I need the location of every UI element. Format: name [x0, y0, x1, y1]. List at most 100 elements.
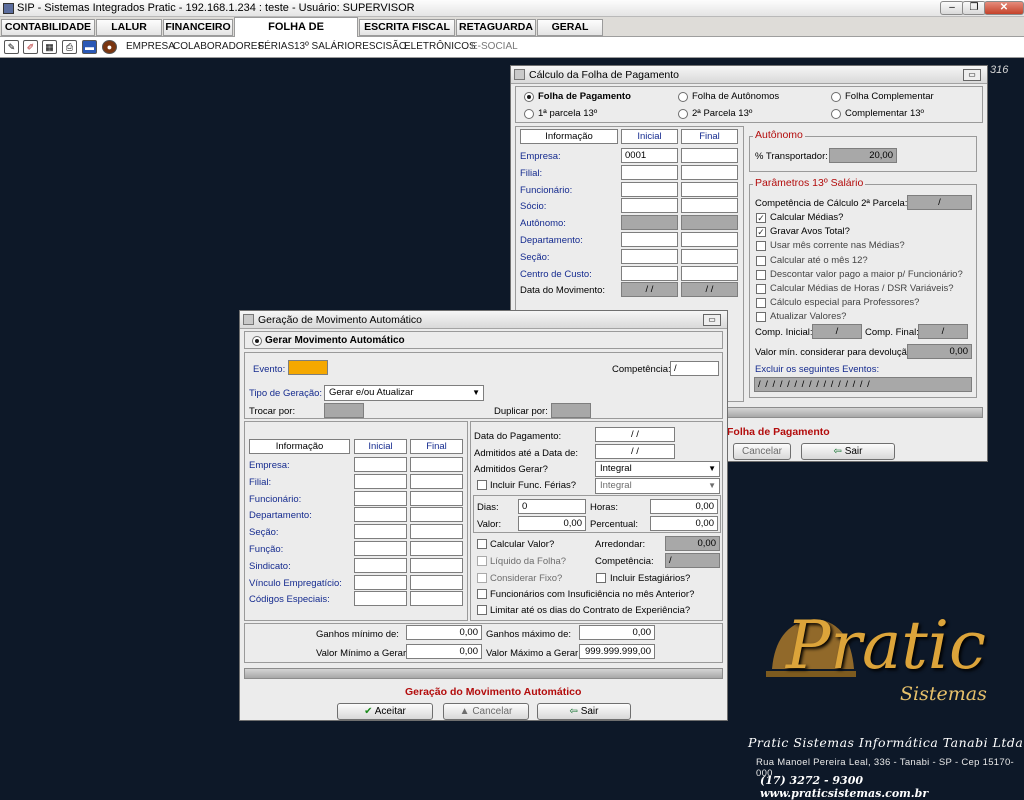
arredondar-input[interactable]: 0,00	[665, 536, 720, 551]
admitidos-gerar-select[interactable]: Integral ▼	[595, 461, 720, 477]
row-inicial-input[interactable]: / /	[621, 282, 678, 298]
row-inicial-input[interactable]	[621, 164, 678, 180]
folder-icon[interactable]: ▬	[82, 40, 97, 54]
valor-min-devolucao-input[interactable]: 0,00	[907, 344, 972, 359]
competencia-input[interactable]: /	[670, 361, 719, 376]
radio-gerar-movimento[interactable]	[252, 336, 262, 346]
row-inicial-input[interactable]	[621, 181, 678, 197]
duplicar-input[interactable]	[551, 403, 591, 418]
user-icon[interactable]: ●	[102, 40, 117, 54]
ganhos-max-input[interactable]: 0,00	[579, 625, 655, 640]
incluir-ferias-checkbox[interactable]	[477, 480, 487, 490]
row-final-input[interactable]	[681, 248, 738, 264]
tab-retaguarda[interactable]: RETAGUARDA	[456, 19, 536, 36]
valor-input[interactable]: 0,00	[518, 516, 586, 531]
submenu-e-social[interactable]: E-SOCIAL	[471, 41, 518, 52]
liquido-folha-checkbox[interactable]	[477, 556, 487, 566]
edit-icon[interactable]: ✐	[23, 40, 38, 54]
row-final-input[interactable]	[410, 591, 463, 607]
row-inicial-input[interactable]	[354, 524, 407, 540]
report-icon[interactable]: ▦	[42, 40, 57, 54]
calc-sair-button[interactable]: ⇦ Sair	[801, 443, 895, 460]
data-pagamento-input[interactable]: / /	[595, 427, 675, 442]
submenu-empresa[interactable]: EMPRESA	[126, 41, 175, 52]
dias-input[interactable]: 0	[518, 499, 586, 514]
restore-button[interactable]: ❐	[962, 1, 986, 15]
horas-input[interactable]: 0,00	[650, 499, 718, 514]
radio-folha-autonomos[interactable]	[678, 92, 688, 102]
row-final-input[interactable]	[681, 232, 738, 247]
admitidos-ate-input[interactable]: / /	[595, 444, 675, 459]
dialog-close-button[interactable]: ▭	[963, 69, 981, 81]
aceitar-button[interactable]: ✔ Aceitar	[337, 703, 433, 720]
row-inicial-input[interactable]	[354, 541, 407, 556]
check-6[interactable]	[756, 284, 766, 294]
check-4[interactable]	[756, 255, 766, 266]
ger-cancelar-button[interactable]: ▲ Cancelar	[443, 703, 529, 720]
row-final-input[interactable]	[681, 215, 738, 231]
row-inicial-input[interactable]	[354, 473, 407, 489]
tab-financeiro[interactable]: FINANCEIRO	[163, 19, 233, 36]
considerar-fixo-checkbox[interactable]	[477, 573, 487, 583]
tools-icon[interactable]: ✎	[4, 40, 19, 54]
insuficiencia-checkbox[interactable]	[477, 589, 487, 599]
row-final-input[interactable]	[410, 457, 463, 472]
valor-max-gerar-input[interactable]: 999.999.999,00	[579, 644, 655, 659]
minimize-button[interactable]: ‒	[940, 1, 964, 15]
valor-min-gerar-input[interactable]: 0,00	[406, 644, 482, 659]
ger-sair-button[interactable]: ⇦ Sair	[537, 703, 631, 720]
row-inicial-input[interactable]	[354, 490, 407, 506]
radio-1-parcela-13[interactable]	[524, 109, 534, 119]
submenu-eletronicos[interactable]: ELETRÔNICOS	[404, 41, 476, 52]
dialog-close-button[interactable]: ▭	[703, 314, 721, 326]
radio-2-parcela-13[interactable]	[678, 109, 688, 119]
row-final-input[interactable]	[410, 557, 463, 573]
row-final-input[interactable]	[681, 148, 738, 163]
check-1[interactable]: ✓	[756, 213, 766, 223]
competencia-2p-input[interactable]: /	[907, 195, 972, 210]
tipo-geracao-select[interactable]: Gerar e/ou Atualizar ▼	[324, 385, 484, 401]
submenu-13-salario[interactable]: 13º SALÁRIO	[294, 41, 355, 52]
row-final-input[interactable]	[410, 507, 463, 523]
percentual-input[interactable]: 0,00	[650, 516, 718, 531]
incluir-ferias-select[interactable]: Integral ▼	[595, 478, 720, 494]
tab-contabilidade[interactable]: CONTABILIDADE	[1, 19, 95, 36]
close-button[interactable]: ✕	[984, 1, 1024, 15]
check-7[interactable]	[756, 298, 766, 309]
calc-cancelar-button[interactable]: Cancelar	[733, 443, 791, 460]
row-inicial-input[interactable]	[354, 507, 407, 523]
print-icon[interactable]: ⎙	[62, 40, 77, 54]
row-inicial-input[interactable]	[621, 232, 678, 247]
comp-inicial-input[interactable]: /	[812, 324, 862, 339]
transportador-input[interactable]: 20,00	[829, 148, 897, 163]
calcular-valor-checkbox[interactable]	[477, 539, 487, 549]
tab-lalur[interactable]: LALUR	[96, 19, 162, 36]
row-final-input[interactable]	[410, 541, 463, 556]
limitar-contrato-checkbox[interactable]	[477, 605, 487, 615]
submenu-rescisao[interactable]: RESCISÃO	[355, 41, 407, 52]
row-final-input[interactable]	[681, 181, 738, 197]
row-inicial-input[interactable]	[354, 557, 407, 573]
row-inicial-input[interactable]	[354, 574, 407, 590]
row-inicial-input[interactable]	[621, 248, 678, 264]
tab-escrita-fiscal[interactable]: ESCRITA FISCAL	[359, 19, 455, 36]
check-3[interactable]	[756, 241, 766, 252]
check-5[interactable]	[756, 269, 766, 280]
comp-final-input[interactable]: /	[918, 324, 968, 339]
row-inicial-input[interactable]: 0001	[621, 148, 678, 163]
submenu-ferias[interactable]: FÉRIAS	[258, 41, 294, 52]
row-inicial-input[interactable]	[354, 457, 407, 472]
row-final-input[interactable]	[681, 265, 738, 281]
tab-folha-de-pagamento[interactable]: FOLHA DE PAGAMENTO	[234, 17, 358, 51]
check-8[interactable]	[756, 312, 766, 323]
row-final-input[interactable]	[681, 164, 738, 180]
submenu-colaboradores[interactable]: COLABORADORES	[173, 41, 264, 52]
competencia2-input[interactable]: /	[665, 553, 720, 568]
incluir-estagiarios-checkbox[interactable]	[596, 573, 606, 583]
trocar-input[interactable]	[324, 403, 364, 418]
check-2[interactable]: ✓	[756, 227, 766, 238]
row-inicial-input[interactable]	[621, 215, 678, 231]
ganhos-min-input[interactable]: 0,00	[406, 625, 482, 640]
row-final-input[interactable]	[410, 574, 463, 590]
row-inicial-input[interactable]	[354, 591, 407, 607]
